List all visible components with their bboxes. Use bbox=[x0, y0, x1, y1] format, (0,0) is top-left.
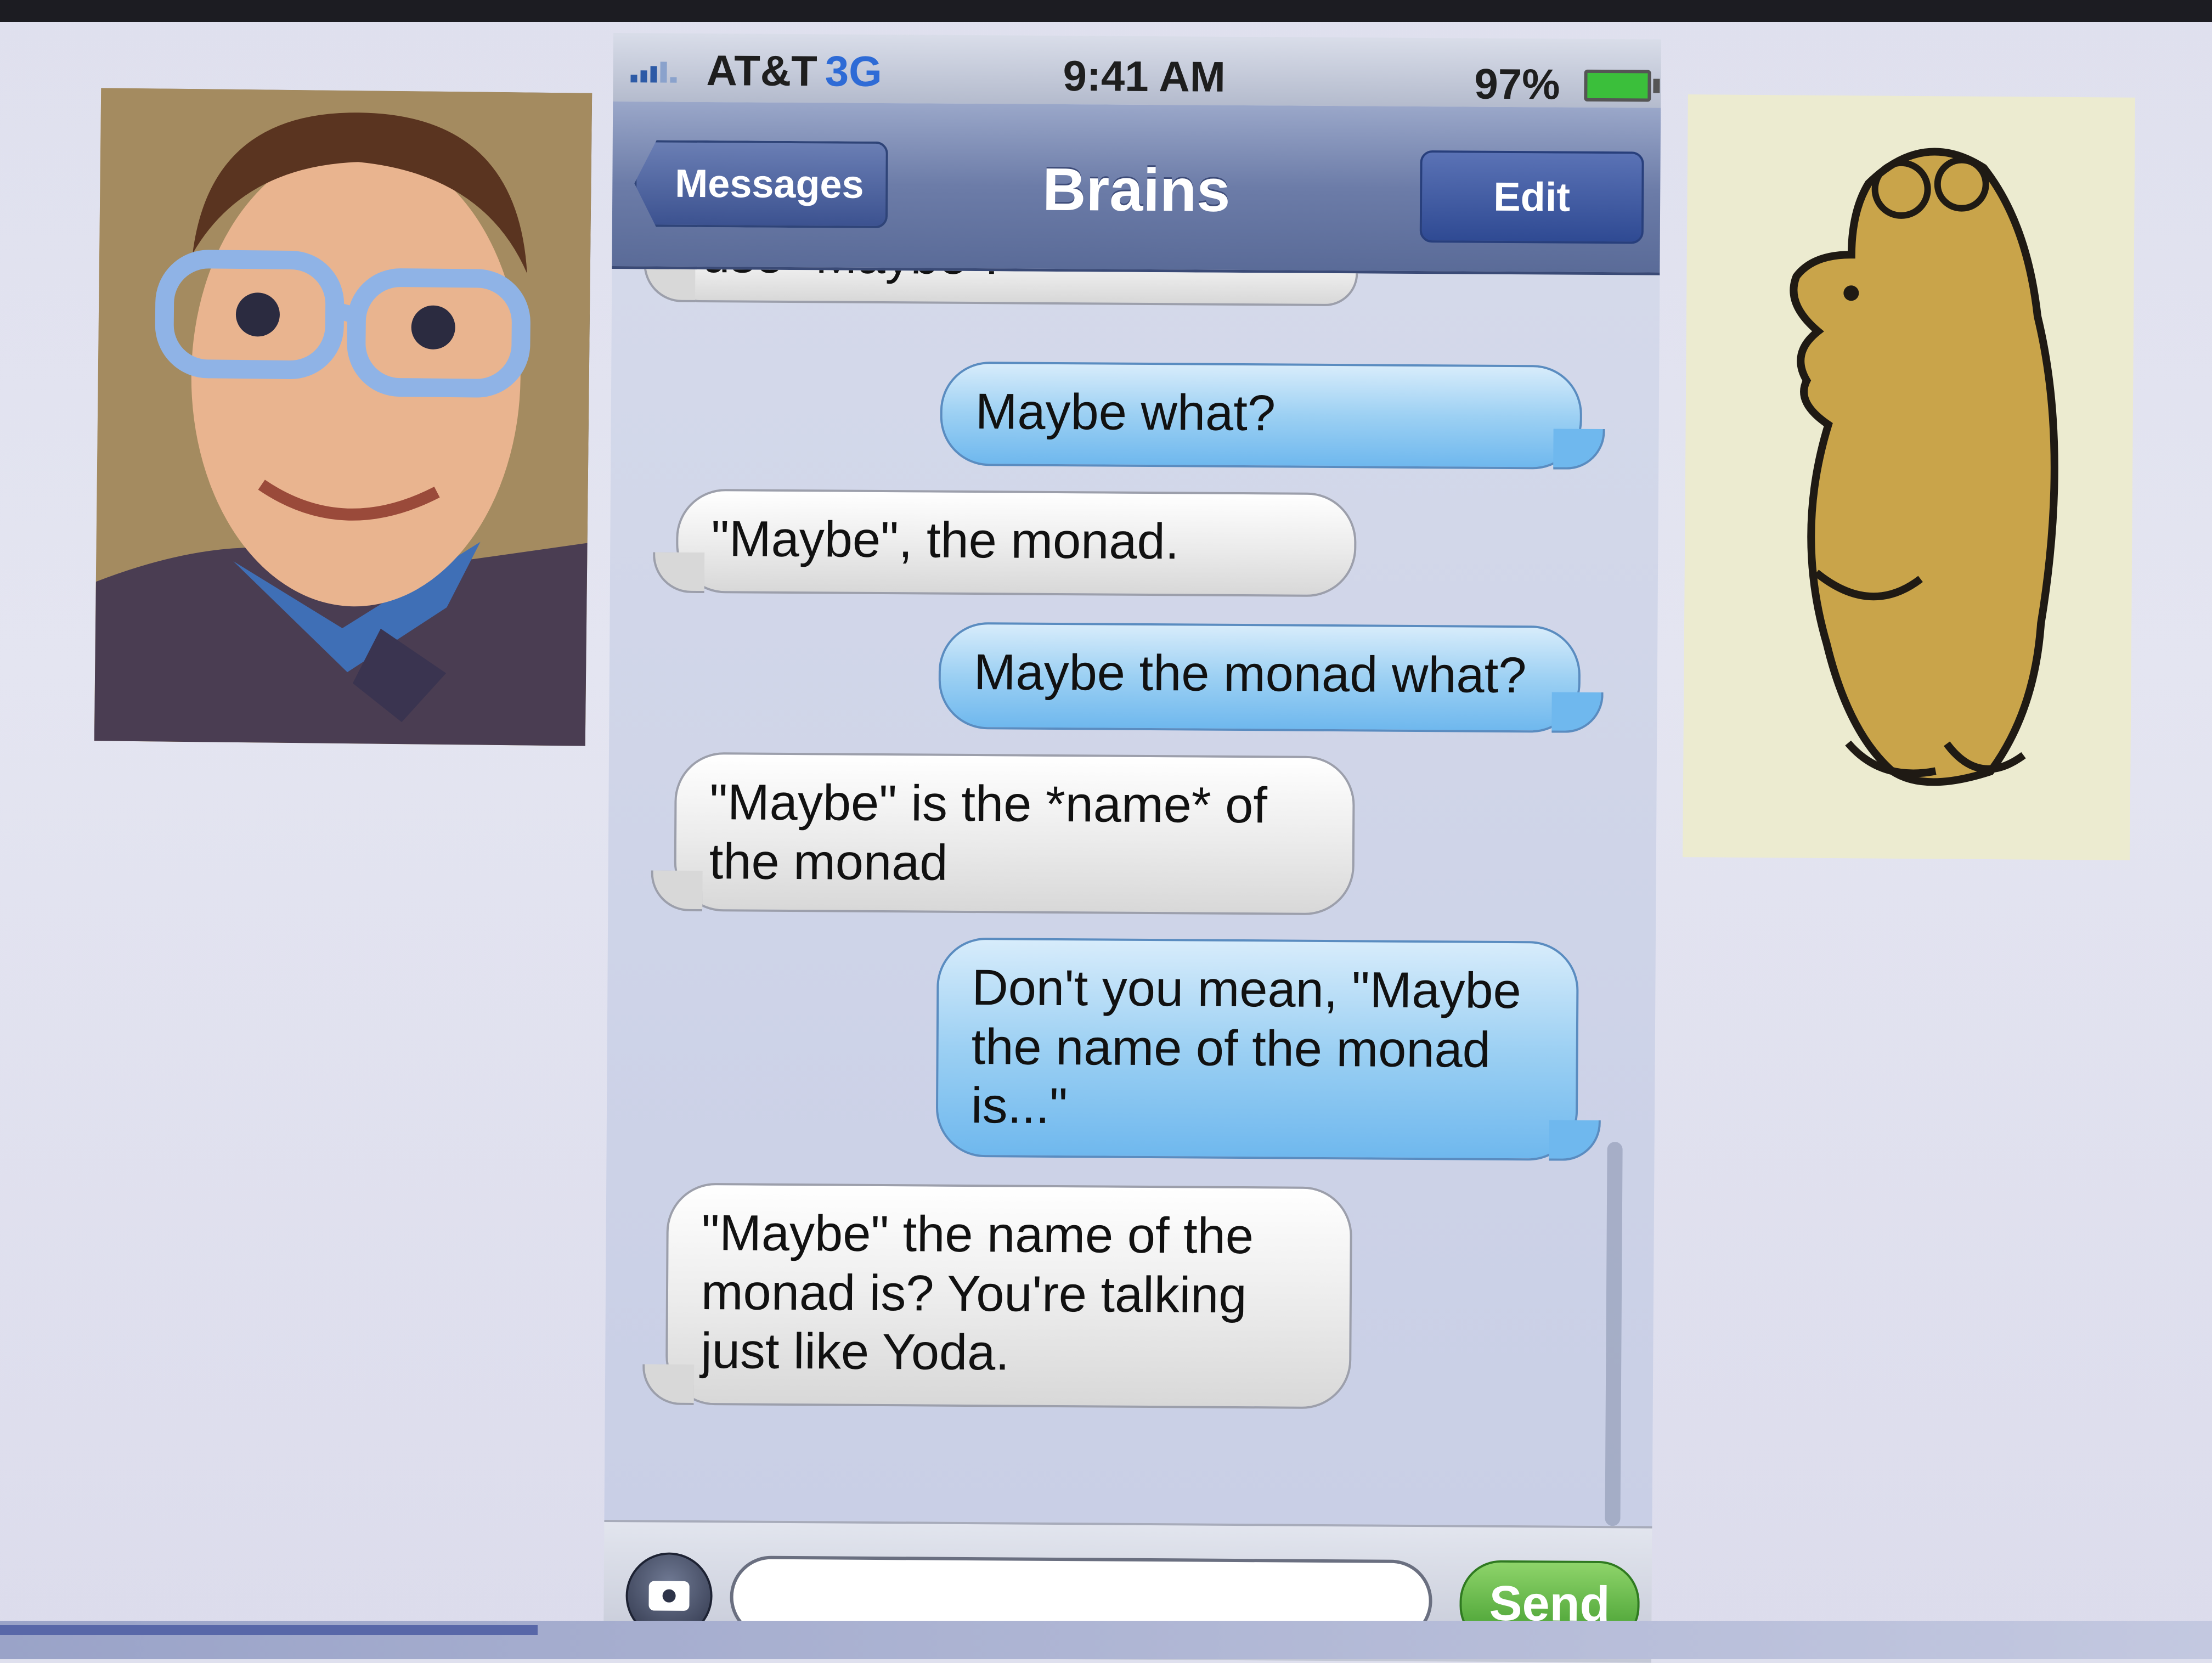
phone-screen: AT&T 3G 9:41 AM 97% Messages Brains Edit … bbox=[603, 33, 1661, 1663]
carrier-name: AT&T 3G bbox=[706, 46, 882, 97]
message-bubble-received: "Maybe" is the *name* of the monad bbox=[674, 752, 1355, 916]
message-text: "Maybe" is the *name* of the monad bbox=[709, 774, 1268, 891]
message-bubble-received: "Maybe", the monad. bbox=[675, 488, 1357, 597]
message-text: "Maybe" the name of the monad is? You're… bbox=[701, 1205, 1254, 1381]
taskbar-highlight bbox=[0, 1625, 538, 1635]
message-bubble-sent: Maybe what? bbox=[940, 361, 1583, 470]
message-bubble-sent: Don't you mean, "Maybe the name of the m… bbox=[935, 937, 1579, 1161]
battery-percentage: 97% bbox=[1474, 59, 1560, 109]
status-bar: AT&T 3G 9:41 AM 97% bbox=[613, 33, 1661, 109]
left-photo-puppet bbox=[94, 88, 592, 746]
camera-lens-icon bbox=[659, 1586, 679, 1605]
carrier-label: AT&T bbox=[706, 46, 818, 95]
message-text: "Maybe", the monad. bbox=[711, 511, 1180, 570]
message-bubble-received: use "Maybe". bbox=[667, 268, 1358, 307]
monitor-bezel bbox=[0, 0, 2212, 22]
puppet-illustration bbox=[94, 88, 592, 746]
message-text: Don't you mean, "Maybe the name of the m… bbox=[970, 960, 1522, 1135]
right-illustration-bear bbox=[1683, 94, 2135, 860]
status-time: 9:41 AM bbox=[1063, 52, 1226, 101]
message-bubble-received: "Maybe" the name of the monad is? You're… bbox=[665, 1182, 1353, 1410]
message-thread[interactable]: use "Maybe". Maybe what? "Maybe", the mo… bbox=[604, 268, 1660, 1526]
signal-strength-icon bbox=[630, 61, 677, 83]
battery-icon bbox=[1584, 69, 1651, 102]
thread-scrollbar[interactable] bbox=[1605, 1142, 1623, 1526]
message-bubble-sent: Maybe the monad what? bbox=[938, 622, 1581, 733]
message-text: Maybe the monad what? bbox=[973, 644, 1527, 704]
message-text: Maybe what? bbox=[975, 384, 1276, 442]
edit-button[interactable]: Edit bbox=[1419, 150, 1644, 244]
monitor-taskbar bbox=[0, 1621, 2212, 1659]
bear-illustration bbox=[1683, 94, 2135, 860]
network-type: 3G bbox=[825, 47, 883, 95]
navigation-bar: Messages Brains Edit bbox=[612, 101, 1661, 276]
message-text: use "Maybe". bbox=[702, 269, 999, 285]
